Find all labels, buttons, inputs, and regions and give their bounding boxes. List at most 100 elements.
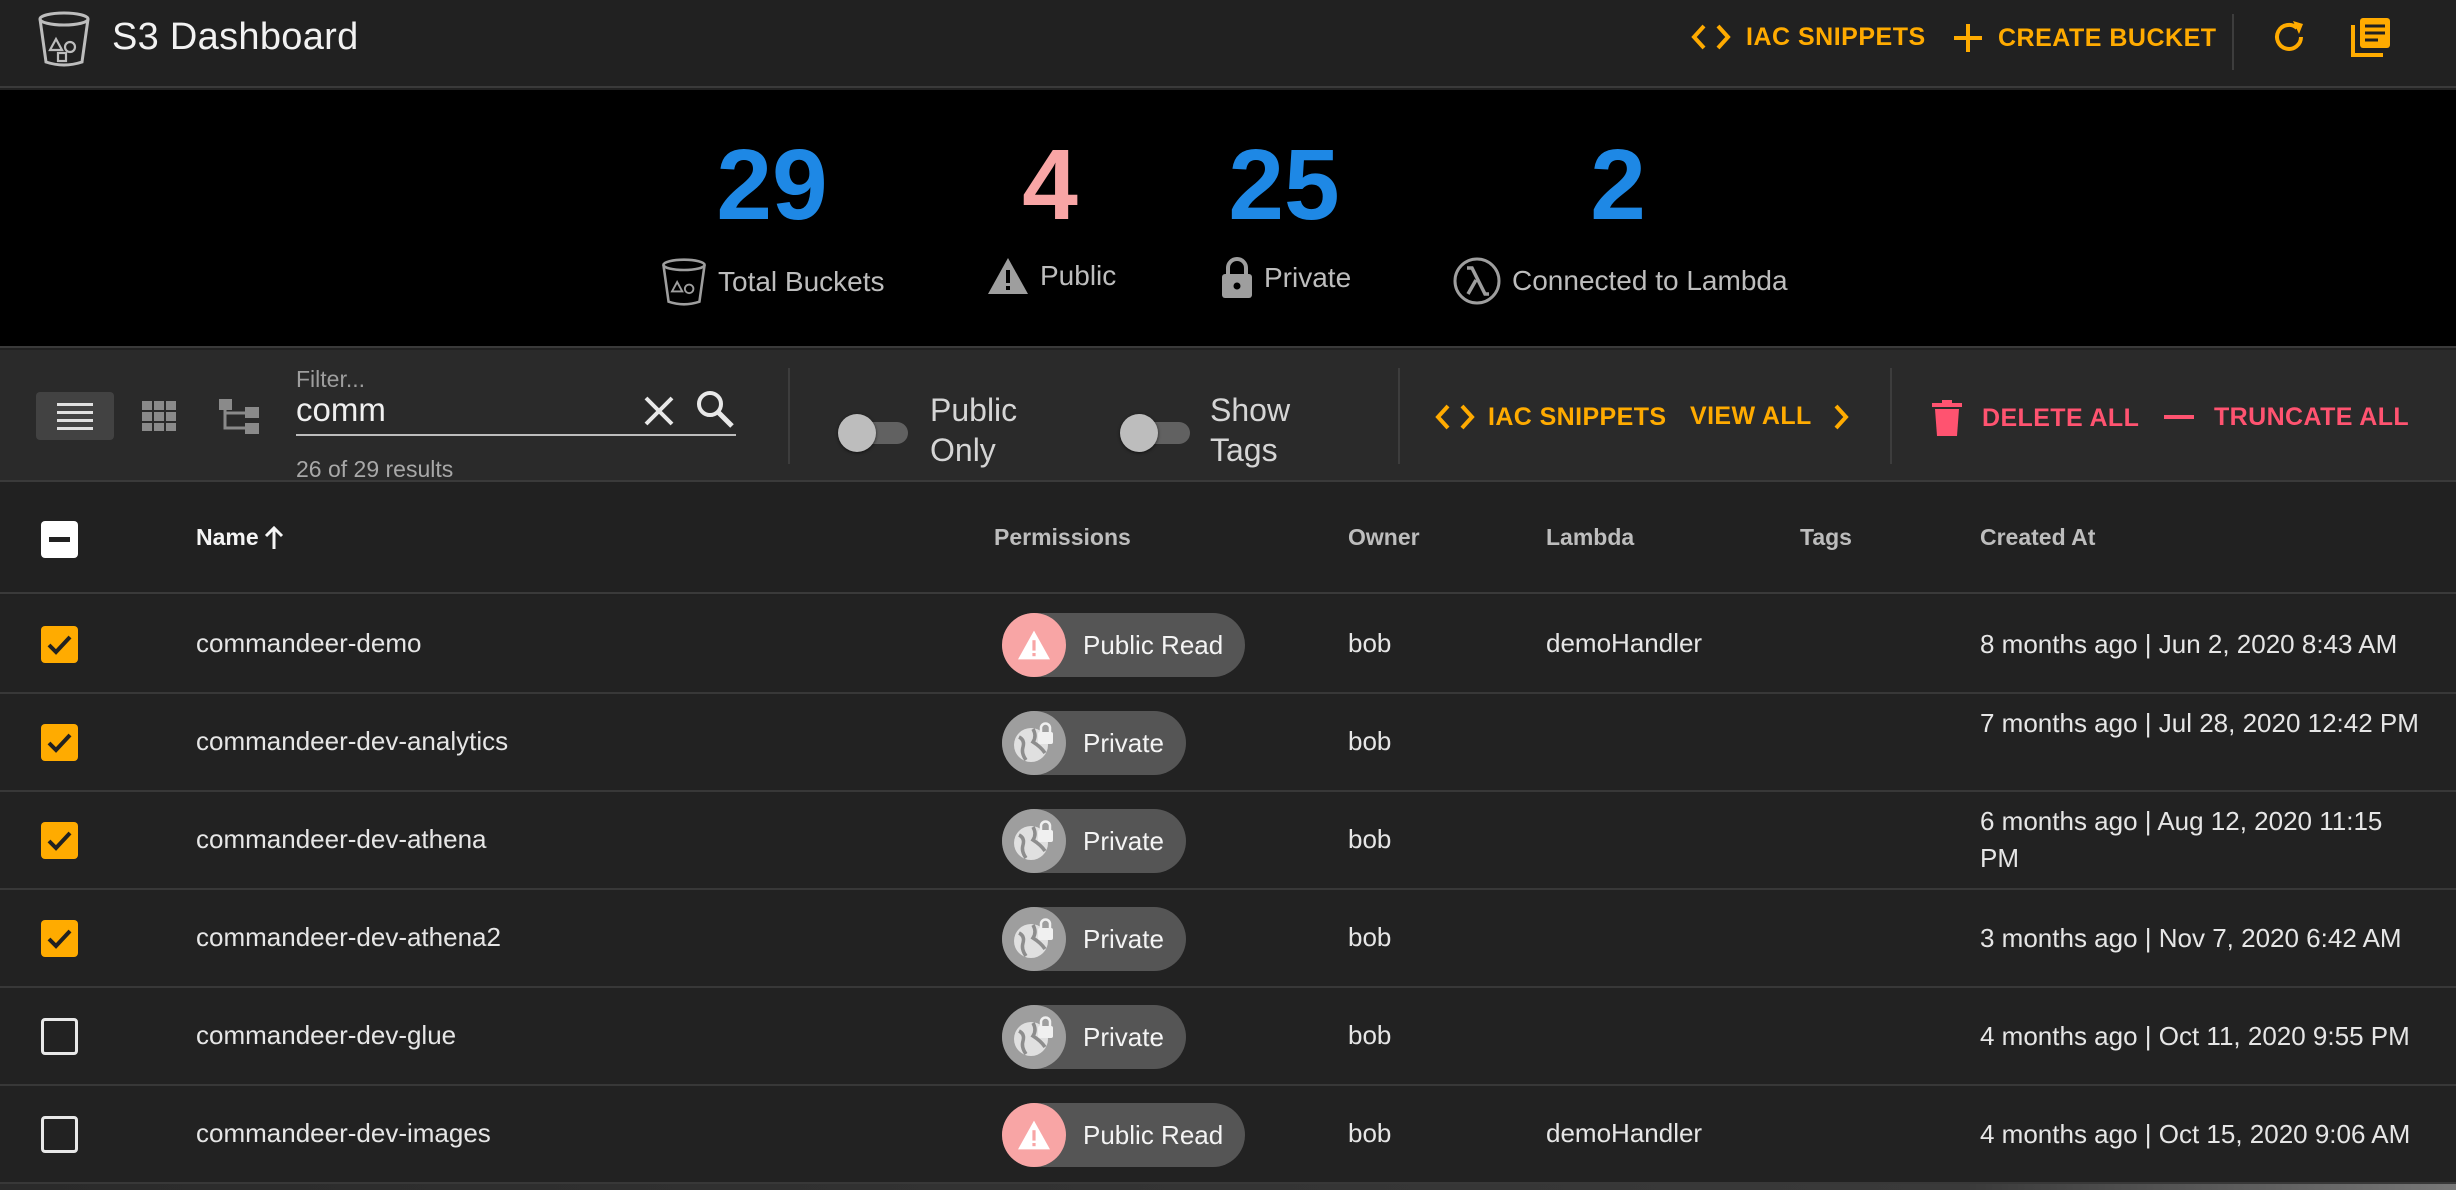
bucket-name[interactable]: commandeer-dev-images [196,1118,491,1149]
search-icon[interactable] [694,388,736,430]
lambda-cell[interactable]: demoHandler [1546,628,1702,659]
permission-icon [1002,1005,1066,1069]
truncate-all-button[interactable]: TRUNCATE ALL [2164,402,2409,432]
globe-lock-icon [1014,722,1053,762]
check-icon [47,635,72,655]
permission-chip[interactable]: Private [1002,1005,1186,1069]
bucket-name[interactable]: commandeer-demo [196,628,421,659]
app-title: S3 Dashboard [112,16,359,58]
total-buckets-count: 29 [716,129,828,241]
iac-snippets-header-button[interactable]: IAC SNIPPETS [1690,22,1926,52]
created-at-cell: 7 months ago | Jul 28, 2020 12:42 PM [1980,708,2419,738]
name-column-label: Name [196,524,259,550]
show-tags-label: Show Tags [1210,392,1291,468]
create-bucket-button[interactable]: CREATE BUCKET [1952,22,2217,54]
private-label: Private [1264,262,1352,293]
owner-cell: bob [1348,1118,1392,1148]
created-at-cell: 4 months ago | Oct 15, 2020 9:06 AM [1980,1119,2411,1149]
lambda-cell[interactable]: demoHandler [1546,1118,1702,1149]
lock-icon [1220,256,1254,300]
row-checkbox[interactable] [41,1018,78,1055]
warning-icon [986,256,1030,296]
permission-chip[interactable]: Private [1002,907,1186,971]
clear-icon[interactable] [640,392,678,430]
table-row[interactable]: commandeer-dev-analytics Private bob 7 m… [0,694,2456,792]
toolbar-divider [788,368,790,464]
list-view-button[interactable] [36,392,114,440]
warning-icon [1018,630,1050,660]
table-row[interactable]: commandeer-dev-athena2 Private bob 3 mon… [0,890,2456,988]
table-row[interactable]: commandeer-dev-athena Private bob 6 mont… [0,792,2456,890]
show-tags-switch[interactable] [1120,410,1192,452]
indeterminate-icon [49,537,70,542]
permission-icon [1002,711,1066,775]
row-checkbox[interactable] [41,626,78,663]
row-checkbox[interactable] [41,1116,78,1153]
grid-view-icon [142,401,176,431]
permission-label: Private [1083,825,1164,856]
bucket-name[interactable]: commandeer-dev-analytics [196,726,508,757]
owner-cell: bob [1348,922,1392,952]
permission-chip[interactable]: Public Read [1002,613,1246,677]
iac-snippets-button[interactable]: IAC SNIPPETS [1434,402,1666,432]
permissions-column-header[interactable]: Permissions [994,524,1131,551]
public-stat: Public [986,256,1116,296]
lambda-label: Connected to Lambda [1512,265,1788,296]
table-row[interactable]: commandeer-dev-glue Private bob 4 months… [0,988,2456,1086]
docs-icon[interactable] [2350,16,2392,58]
chevron-right-icon [1832,403,1850,431]
table-row[interactable]: commandeer-demo Public Read bob demoHand… [0,596,2456,694]
row-checkbox[interactable] [41,822,78,859]
app-bar: S3 Dashboard IAC SNIPPETS CREATE BUCKET [0,0,2456,88]
table-row[interactable]: commandeer-dev-images Public Read bob de… [0,1086,2456,1184]
permission-chip[interactable]: Private [1002,711,1186,775]
bucket-name[interactable]: commandeer-dev-athena2 [196,922,501,953]
toolbar: Filter... 26 of 29 results Public Only S… [0,350,2456,482]
permission-icon [1002,907,1066,971]
switch-thumb [1120,414,1158,452]
created-at-cell: 4 months ago | Oct 11, 2020 9:55 PM [1980,1021,2410,1051]
owner-cell: bob [1348,628,1392,658]
total-buckets-stat: Total Buckets [660,256,885,308]
owner-column-header[interactable]: Owner [1348,524,1420,551]
grid-view-button[interactable] [120,392,198,440]
bucket-name[interactable]: commandeer-dev-athena [196,824,487,855]
tags-column-header[interactable]: Tags [1800,524,1852,551]
owner-cell: bob [1348,726,1392,756]
refresh-icon[interactable] [2270,18,2308,56]
horizontal-scrollbar[interactable] [0,1184,2456,1190]
lambda-column-header[interactable]: Lambda [1546,524,1634,551]
globe-lock-icon [1014,918,1053,958]
tree-view-button[interactable] [200,392,278,440]
bucket-icon [660,256,708,308]
delete-all-button[interactable]: DELETE ALL [1932,400,2139,436]
name-column-header[interactable]: Name [196,524,285,551]
permission-chip[interactable]: Public Read [1002,1103,1246,1167]
stats-panel: 29 Total Buckets 4 Public 25 Private 2 C… [0,90,2456,348]
view-all-label: VIEW ALL [1690,402,1812,430]
created-at-cell: 6 months ago | Aug 12, 2020 11:15 PM [1980,806,2383,873]
switch-thumb [838,414,876,452]
tree-view-icon [219,399,259,434]
table-header: Name Permissions Owner Lambda Tags Creat… [0,484,2456,594]
check-icon [47,831,72,851]
public-only-switch[interactable] [838,410,910,452]
permission-chip[interactable]: Private [1002,809,1186,873]
bucket-name[interactable]: commandeer-dev-glue [196,1020,456,1051]
permission-label: Private [1083,1021,1164,1052]
view-all-button[interactable]: VIEW ALL [1690,402,1850,431]
created-column-header[interactable]: Created At [1980,524,2095,551]
row-checkbox[interactable] [41,724,78,761]
trash-icon [1932,400,1962,436]
select-all-checkbox[interactable] [41,521,78,558]
warning-icon [1018,1120,1050,1150]
created-at-cell: 8 months ago | Jun 2, 2020 8:43 AM [1980,629,2398,659]
globe-lock-icon [1014,820,1053,860]
toolbar-divider [1398,368,1400,464]
row-checkbox[interactable] [41,920,78,957]
public-count: 4 [1022,129,1078,241]
sort-ascending-icon [263,525,285,551]
toolbar-divider [1890,368,1892,464]
public-label: Public [1040,260,1117,291]
iac-snippets-label: IAC SNIPPETS [1488,402,1667,431]
